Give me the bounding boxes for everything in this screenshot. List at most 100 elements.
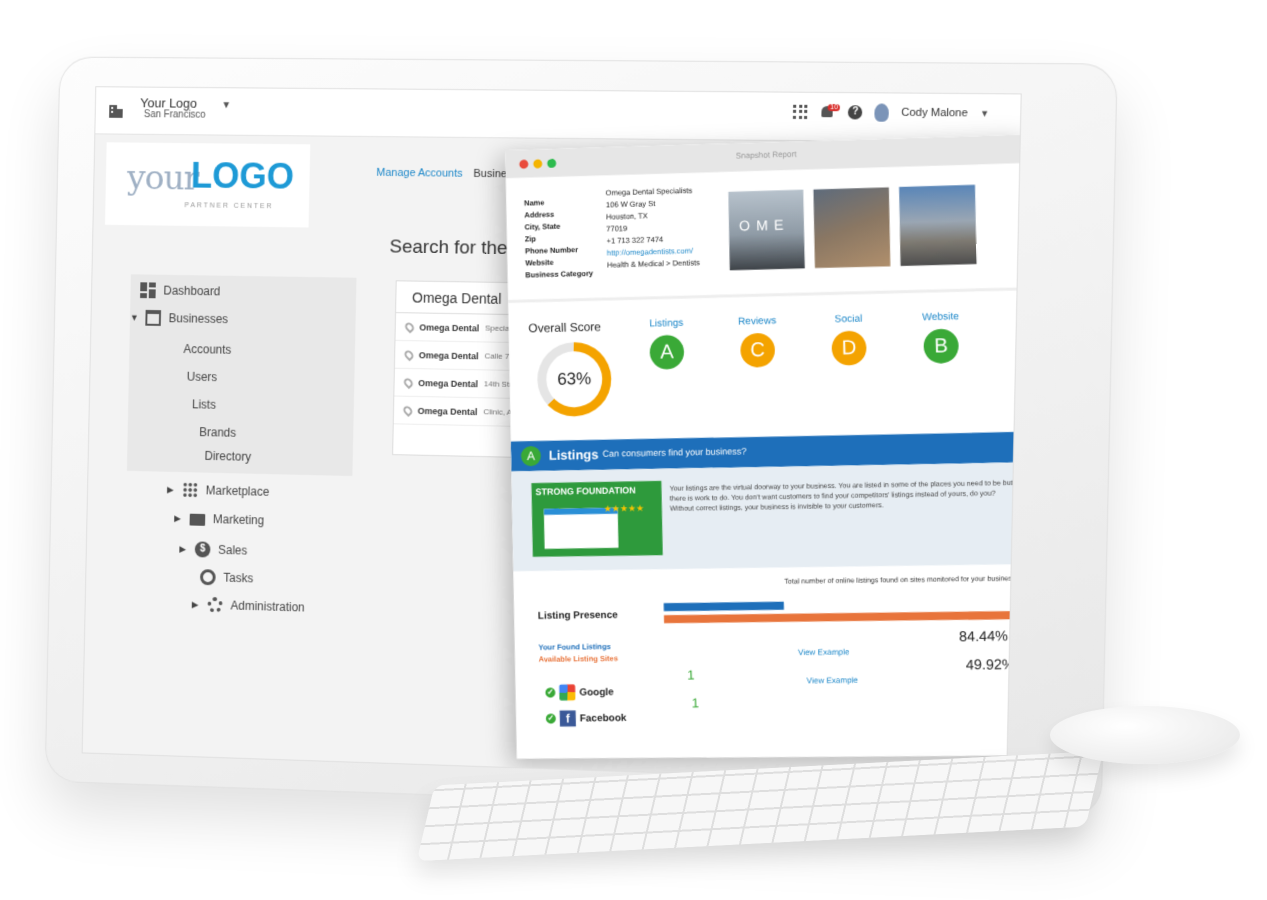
strong-foundation-image: STRONG FOUNDATION ★★★★★ xyxy=(531,481,662,557)
tasks-icon xyxy=(200,569,216,585)
section-grade-badge: A xyxy=(521,446,541,466)
grade-badge: B xyxy=(923,328,959,363)
gear-icon xyxy=(207,597,223,613)
grade-listings[interactable]: Listings A xyxy=(636,317,697,370)
logo-your: your xyxy=(127,158,199,198)
caret-down-icon[interactable]: ▼ xyxy=(130,313,138,323)
help-icon[interactable]: ? xyxy=(848,105,863,119)
building-icon xyxy=(145,310,161,326)
result-name: Omega Dental xyxy=(418,405,478,416)
section-title: Listings xyxy=(549,447,599,463)
sidebar-item-marketing[interactable]: ▶ Marketing xyxy=(174,511,264,527)
avatar[interactable] xyxy=(875,103,890,121)
grade-badge: A xyxy=(650,335,685,370)
chevron-down-icon[interactable]: ▼ xyxy=(980,108,989,118)
available-sites-label: Available Listing Sites xyxy=(539,654,618,664)
sidebar-item-administration[interactable]: ▶ Administration xyxy=(192,597,305,616)
sidebar-item-label: Sales xyxy=(218,543,247,558)
found-listings-label: Your Found Listings xyxy=(538,642,610,652)
sidebar-item-businesses[interactable]: ▼ Businesses xyxy=(130,310,228,327)
grade-name: Listings xyxy=(636,317,697,329)
logo-logo: LOGO xyxy=(191,155,295,198)
caret-right-icon[interactable]: ▶ xyxy=(174,513,182,524)
check-icon: ✓ xyxy=(546,714,556,724)
logo-subtitle: PARTNER CENTER xyxy=(184,202,273,210)
snapshot-report-window: Snapshot Report Name Address City, State… xyxy=(505,134,1022,758)
total-listings-label: Total number of online listings found on… xyxy=(784,575,1015,585)
mouse xyxy=(1050,706,1240,764)
sidebar-item-label: Tasks xyxy=(223,571,253,586)
sidebar-subitem-accounts[interactable]: Accounts xyxy=(183,342,231,357)
sidebar-subitem-directory[interactable]: Directory xyxy=(204,449,251,464)
available-sites-bar xyxy=(664,611,1015,623)
percentage-value: 49.92% xyxy=(966,656,1015,673)
user-name[interactable]: Cody Malone xyxy=(901,107,968,120)
business-photo xyxy=(899,185,976,266)
grade-name: Website xyxy=(910,311,972,324)
caret-right-icon[interactable]: ▶ xyxy=(179,543,187,554)
listing-presence-title: Listing Presence xyxy=(538,610,618,622)
sidebar-item-marketplace[interactable]: ▶ Marketplace xyxy=(167,482,270,500)
google-icon xyxy=(559,684,575,700)
percentage-value: 84.44% xyxy=(959,627,1008,644)
grade-badge: D xyxy=(831,331,866,366)
monitor-frame: Your Logo San Francisco ▼ 10 ? Cody Malo… xyxy=(45,57,1118,819)
star-rating-icon: ★★★★★ xyxy=(604,503,645,515)
map-pin-icon xyxy=(402,376,415,389)
sidebar-item-label: Marketplace xyxy=(206,483,270,498)
sidebar-item-tasks[interactable]: Tasks xyxy=(200,569,253,586)
overall-score-donut: 63% xyxy=(537,341,612,417)
site-row-google: ✓ Google xyxy=(545,684,614,701)
map-pin-icon xyxy=(402,404,415,417)
found-listings-bar xyxy=(664,602,784,612)
grade-social[interactable]: Social D xyxy=(818,313,880,366)
map-pin-icon xyxy=(403,348,416,361)
notification-badge: 10 xyxy=(828,104,840,111)
divider xyxy=(508,287,1022,303)
sidebar-subitem-lists[interactable]: Lists xyxy=(192,397,216,411)
view-example-link[interactable]: View Example xyxy=(798,647,850,657)
grade-name: Social xyxy=(818,313,879,326)
grade-reviews[interactable]: Reviews C xyxy=(727,315,789,368)
sidebar-item-label: Dashboard xyxy=(163,284,220,299)
view-example-link[interactable]: View Example xyxy=(807,676,859,686)
result-name: Omega Dental xyxy=(419,322,479,333)
sidebar-item-label: Administration xyxy=(230,599,304,615)
map-pin-icon xyxy=(403,320,416,333)
caret-right-icon[interactable]: ▶ xyxy=(167,484,175,495)
overall-score-value: 63% xyxy=(546,351,603,408)
brand-city: San Francisco xyxy=(144,109,206,120)
sidebar-item-dashboard[interactable]: Dashboard xyxy=(140,282,220,299)
grade-name: Reviews xyxy=(727,315,788,327)
business-photo xyxy=(813,187,890,268)
info-label: Business Category xyxy=(525,267,615,281)
notification-bell-icon[interactable]: 10 xyxy=(820,104,837,120)
section-question: Can consumers find your business? xyxy=(603,446,747,459)
sidebar-subitem-users[interactable]: Users xyxy=(187,370,218,384)
site-count: 1 xyxy=(687,667,695,682)
breadcrumb-link[interactable]: Manage Accounts xyxy=(376,167,462,180)
apps-grid-icon[interactable] xyxy=(793,105,808,119)
sidebar-subitem-brands[interactable]: Brands xyxy=(199,425,236,440)
result-name: Omega Dental xyxy=(418,378,478,389)
chevron-down-icon[interactable]: ▼ xyxy=(221,100,231,111)
sidebar: your LOGO PARTNER CENTER Dashboard ▼ Bus… xyxy=(82,134,357,771)
partner-logo: your LOGO PARTNER CENTER xyxy=(105,142,310,227)
window-title: Snapshot Report xyxy=(505,143,1021,168)
overall-score-label: Overall Score xyxy=(528,320,601,336)
site-name: Google xyxy=(579,687,614,698)
site-row-facebook: ✓ f Facebook xyxy=(546,710,627,727)
sidebar-item-label: Businesses xyxy=(169,311,229,326)
businesses-submenu xyxy=(127,274,357,476)
mail-icon xyxy=(190,514,206,526)
site-count: 1 xyxy=(692,695,700,710)
grid-icon xyxy=(182,482,198,498)
check-icon: ✓ xyxy=(545,688,555,698)
site-name: Facebook xyxy=(580,712,627,723)
building-icon xyxy=(107,101,125,119)
grade-badge: C xyxy=(740,333,775,368)
grade-website[interactable]: Website B xyxy=(910,311,973,364)
sidebar-item-sales[interactable]: ▶ $ Sales xyxy=(179,541,247,559)
caret-right-icon[interactable]: ▶ xyxy=(192,599,200,610)
business-photo: OME xyxy=(728,190,804,271)
